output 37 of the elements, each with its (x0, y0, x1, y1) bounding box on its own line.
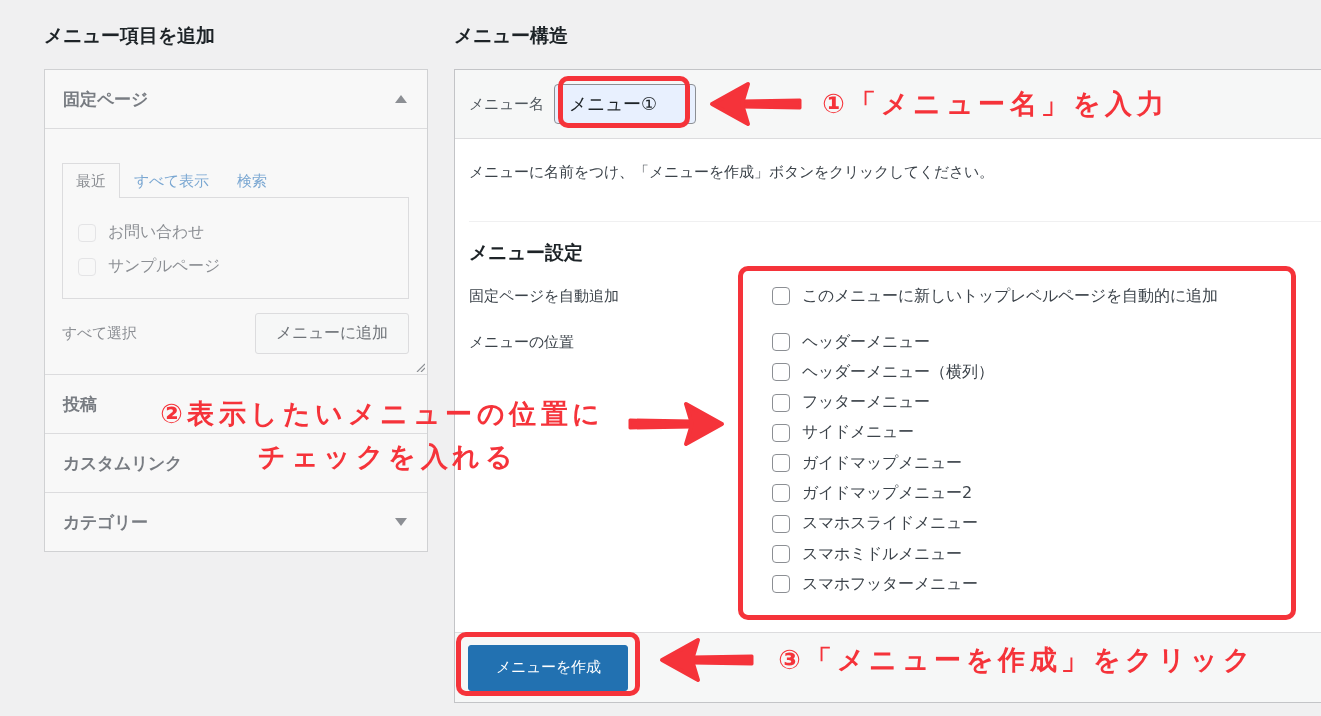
annotation-text: ①「メニュー名」を入力 (822, 87, 1169, 121)
collapse-arrow-icon (395, 95, 407, 103)
checkbox[interactable] (772, 393, 790, 412)
checkbox[interactable] (772, 484, 790, 503)
checkbox-label: ヘッダーメニュー（横列） (802, 361, 994, 383)
checkbox[interactable] (772, 575, 790, 594)
checkbox[interactable] (772, 454, 790, 473)
checkbox[interactable] (772, 514, 790, 533)
create-menu-button[interactable]: メニューを作成 (468, 644, 628, 691)
menu-name-input[interactable]: メニュー① (554, 84, 696, 124)
annotation-text: チェックを入れる (258, 440, 517, 474)
checkbox[interactable] (772, 287, 790, 305)
checkbox-label: フッターメニュー (802, 392, 930, 414)
checkbox[interactable] (772, 423, 790, 442)
annotation-text: ②表示したいメニューの位置に (160, 397, 605, 431)
checkbox-label: ヘッダーメニュー (802, 331, 930, 353)
checkbox-label: スマホミドルメニュー (802, 543, 962, 565)
checkbox-label: サイドメニュー (802, 422, 914, 444)
checkbox-label: ガイドマップメニュー (802, 452, 962, 474)
checkbox[interactable] (772, 363, 790, 382)
expand-arrow-icon (395, 518, 407, 526)
panel-heading: メニュー構造 (454, 23, 569, 48)
checkbox-label: サンプルページ (108, 256, 220, 277)
setting-label: 固定ページを自動追加 (469, 286, 619, 306)
checkbox-label: このメニューに新しいトップレベルページを自動的に追加 (802, 285, 1218, 307)
field-label: メニュー名 (469, 94, 544, 114)
checkbox-label: ガイドマップメニュー2 (802, 483, 973, 504)
checkbox[interactable] (772, 333, 790, 351)
section-heading: メニュー設定 (469, 240, 584, 264)
instruction-text: メニューに名前をつけ、「メニューを作成」ボタンをクリックしてください。 (469, 163, 995, 183)
checkbox[interactable] (772, 545, 790, 564)
setting-label: メニューの位置 (469, 332, 574, 352)
checkbox-label: スマホフッターメニュー (802, 573, 978, 595)
checkbox-label: お問い合わせ (108, 222, 204, 243)
annotation-text: ③「メニューを作成」をクリック (778, 643, 1256, 677)
panel-heading: メニュー項目を追加 (44, 23, 216, 48)
checkbox-label: スマホスライドメニュー (802, 513, 978, 535)
